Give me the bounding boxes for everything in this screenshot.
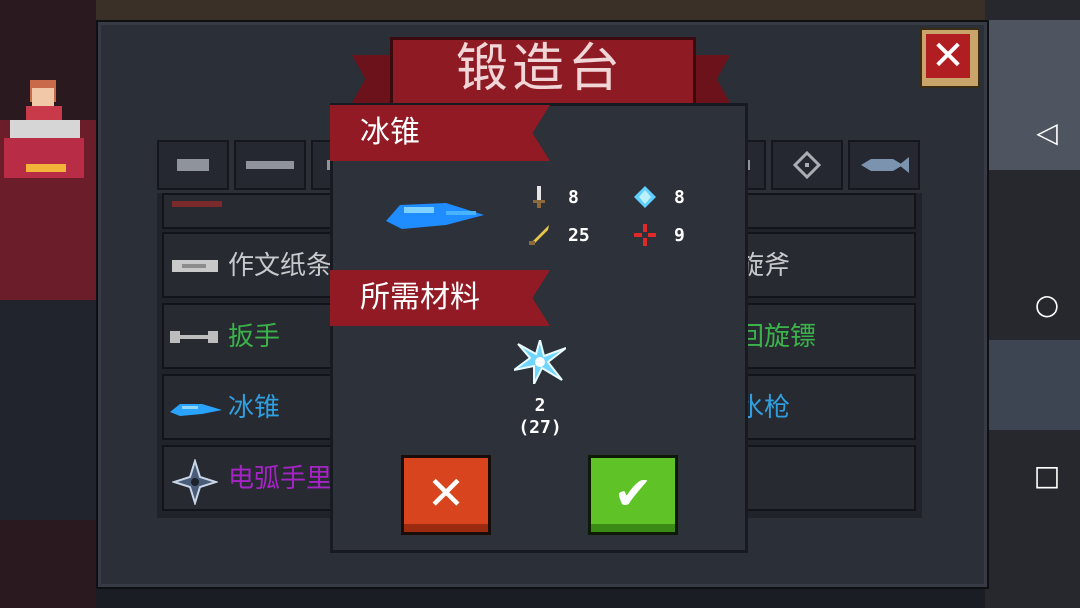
ice-cone-preview-icon: [386, 203, 484, 229]
wrench-icon: [170, 331, 218, 343]
item-name-wrench: 扳手: [228, 322, 281, 352]
energy-crystal-icon: [634, 186, 656, 208]
android-nav-bar: ◁ ○ □: [1010, 0, 1080, 608]
pistol-icon: [177, 159, 209, 171]
forge-dialog: [330, 103, 748, 553]
target-icon: [792, 150, 822, 180]
tab-fish[interactable]: [848, 140, 920, 190]
materials-header: 所需材料: [360, 280, 480, 315]
partial-item-icon: [172, 201, 222, 207]
item-name-ice-cone: 冰锥: [228, 393, 281, 423]
recent-apps-button[interactable]: □: [1030, 458, 1064, 492]
background-top: [0, 0, 1080, 22]
tab-target[interactable]: [771, 140, 843, 190]
paper-note-icon: [172, 260, 218, 272]
forge-title: 锻造台: [455, 39, 624, 99]
back-button[interactable]: ◁: [1030, 115, 1064, 149]
item-name-composition-note: 作文纸条: [228, 251, 333, 281]
sword-icon: [533, 186, 545, 208]
home-button[interactable]: ○: [1030, 287, 1064, 321]
fish-icon: [861, 157, 909, 173]
crit-dagger-icon: [529, 225, 549, 245]
dialog-item-name: 冰锥: [360, 115, 420, 150]
accuracy-value: 9: [674, 225, 685, 246]
crosshair-icon: [634, 224, 656, 246]
cancel-icon: ✕: [426, 466, 466, 520]
rifle-icon: [246, 161, 294, 169]
item-name-boomerang: 回旋镖: [738, 322, 817, 352]
background-machine: [0, 300, 96, 520]
npc-character: [4, 80, 84, 178]
tab-rifle[interactable]: [234, 140, 306, 190]
material-required: 2: [534, 395, 546, 416]
close-icon[interactable]: ✕: [926, 34, 970, 78]
cancel-button[interactable]: ✕: [401, 455, 491, 535]
material-owned: (27): [518, 417, 562, 438]
item-name-arc-shuriken: 电弧手里: [228, 464, 333, 494]
ice-cone-icon: [170, 404, 222, 416]
shuriken-icon: [172, 459, 218, 505]
crit-value: 25: [568, 225, 590, 246]
checkmark-icon: ✔: [613, 466, 653, 520]
energy-value: 8: [674, 187, 685, 208]
confirm-button[interactable]: ✔: [588, 455, 678, 535]
ice-crystal-icon: [514, 340, 566, 384]
attack-value: 8: [568, 187, 579, 208]
tab-pistol[interactable]: [157, 140, 229, 190]
